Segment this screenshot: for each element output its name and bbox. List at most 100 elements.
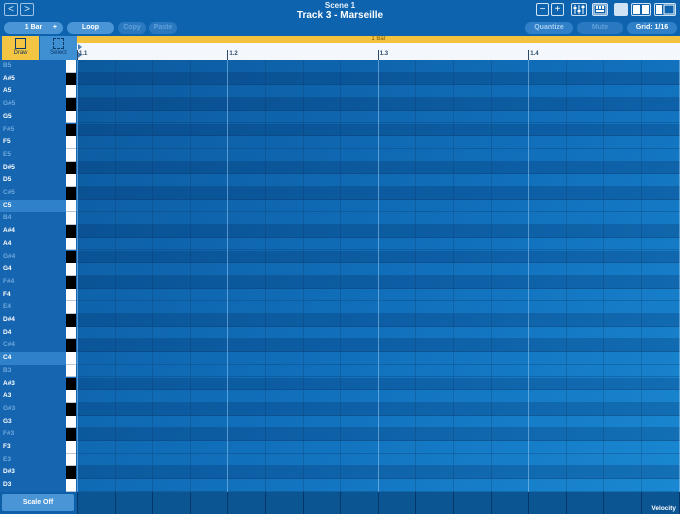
piano-black-key[interactable]	[66, 161, 76, 175]
piano-black-key[interactable]	[66, 339, 76, 353]
piano-white-key[interactable]	[66, 288, 76, 302]
velocity-step-line	[641, 492, 642, 514]
velocity-step-line	[490, 492, 492, 514]
velocity-label: Velocity	[651, 505, 676, 512]
select-label: Select	[50, 50, 67, 56]
loop-start-marker[interactable]	[78, 44, 82, 50]
piano-white-key[interactable]	[66, 110, 76, 124]
key-label: B5	[3, 62, 12, 69]
draw-label: Draw	[13, 50, 28, 56]
velocity-step-line	[302, 492, 304, 514]
beat-line	[227, 60, 229, 492]
key-label: A#5	[3, 74, 15, 82]
piano-white-key[interactable]	[66, 479, 76, 492]
title-block: Scene 1 Track 3 - Marseille	[200, 1, 480, 21]
mixer-icon[interactable]	[571, 3, 587, 16]
beat-line	[377, 60, 379, 492]
piano-white-key[interactable]	[66, 237, 76, 251]
piano-white-key[interactable]	[66, 390, 76, 403]
key-label: E3	[3, 455, 11, 463]
piano-black-key[interactable]	[66, 466, 76, 480]
zoom-in-icon[interactable]: +	[551, 3, 564, 16]
piano-white-key[interactable]	[66, 199, 76, 213]
piano-black-key[interactable]	[66, 187, 76, 200]
step-line	[302, 60, 304, 492]
velocity-lane[interactable]: Velocity	[77, 492, 680, 514]
grid-button[interactable]: Grid: 1/16	[627, 22, 677, 34]
piano-black-key[interactable]	[66, 275, 76, 289]
key-label: F#5	[3, 125, 15, 133]
piano-white-key[interactable]	[66, 212, 76, 226]
draw-icon	[15, 38, 26, 49]
key-label: F5	[3, 138, 11, 146]
step-line	[490, 60, 492, 492]
piano-white-key[interactable]	[66, 441, 76, 454]
piano-white-key[interactable]	[66, 364, 76, 378]
add-icon[interactable]: +	[53, 22, 57, 34]
scale-button[interactable]: Scale Off	[2, 494, 74, 511]
back-icon[interactable]: <	[4, 3, 18, 16]
layout-left-icon[interactable]	[614, 3, 628, 16]
key-label: A3	[3, 392, 12, 400]
key-label: C#5	[3, 189, 15, 196]
piano-white-key[interactable]	[66, 352, 76, 365]
piano-black-key[interactable]	[66, 377, 76, 391]
piano-black-key[interactable]	[66, 123, 76, 137]
copy-button[interactable]: Copy	[118, 22, 146, 34]
key-label: F4	[3, 290, 11, 298]
key-label: F3	[3, 443, 11, 450]
loop-button[interactable]: Loop	[67, 22, 114, 34]
piano-white-key[interactable]	[66, 148, 76, 162]
key-label: C#4	[3, 341, 15, 349]
piano-white-key[interactable]	[66, 85, 76, 99]
key-label: D4	[3, 328, 12, 336]
paste-button[interactable]: Paste	[149, 22, 177, 34]
note-grid[interactable]	[77, 60, 680, 492]
beat-line	[678, 60, 680, 492]
piano-white-key[interactable]	[66, 136, 76, 149]
piano-black-key[interactable]	[66, 225, 76, 238]
key-label: A#3	[3, 379, 15, 387]
piano-white-key[interactable]	[66, 263, 76, 276]
key-label: G5	[3, 112, 12, 120]
step-line	[415, 60, 417, 492]
piano-black-key[interactable]	[66, 314, 76, 327]
piano-black-key[interactable]	[66, 72, 76, 86]
piano-black-key[interactable]	[66, 402, 76, 416]
piano-black-key[interactable]	[66, 428, 76, 441]
draw-tool-button[interactable]: Draw	[2, 36, 39, 60]
forward-icon[interactable]: >	[20, 3, 34, 16]
velocity-step-line	[227, 492, 229, 514]
piano-white-key[interactable]	[66, 301, 76, 314]
piano-keys: B5 A#5 A5 G#5 G5 F#5 F5 E5 D#5 D5 C#5 C5 B4 A#4 A4 G#4 G…	[0, 60, 77, 492]
piano-white-key[interactable]	[66, 174, 76, 187]
piano-black-key[interactable]	[66, 250, 76, 264]
piano-white-key[interactable]	[66, 60, 76, 73]
beat-line	[77, 60, 78, 492]
quantize-button[interactable]: Quantize	[525, 22, 573, 34]
velocity-step-line	[453, 492, 454, 514]
piano-white-key[interactable]	[66, 415, 76, 429]
loop-region-bar[interactable]: 1 Bar	[77, 36, 680, 43]
key-label: A5	[3, 87, 12, 95]
velocity-step-line	[340, 492, 342, 514]
piano-white-key[interactable]	[66, 453, 76, 467]
velocity-step-line	[152, 492, 154, 514]
ruler-tick-label: 1.2	[229, 51, 238, 57]
clip-length-button[interactable]: 1 Bar +	[4, 22, 63, 34]
zoom-out-icon[interactable]: −	[536, 3, 549, 16]
key-label: E4	[3, 303, 11, 311]
key-label: D#4	[3, 316, 15, 323]
select-icon	[53, 38, 64, 49]
layout-full-icon[interactable]	[654, 3, 676, 16]
piano-white-key[interactable]	[66, 326, 76, 340]
timeline-ruler[interactable]: 1.1 1.2 1.3 1.4	[77, 43, 680, 60]
ruler-tick-label: 1.3	[379, 51, 389, 57]
edit-toolbar: 1 Bar + Loop Copy Paste Quantize Mute Gr…	[0, 20, 680, 36]
keyboard-icon[interactable]	[592, 3, 608, 16]
mute-button[interactable]: Mute	[577, 22, 623, 34]
piano-black-key[interactable]	[66, 98, 76, 111]
layout-split-icon[interactable]	[631, 3, 651, 16]
select-tool-button[interactable]: Select	[40, 36, 77, 60]
beat-line	[528, 60, 530, 492]
